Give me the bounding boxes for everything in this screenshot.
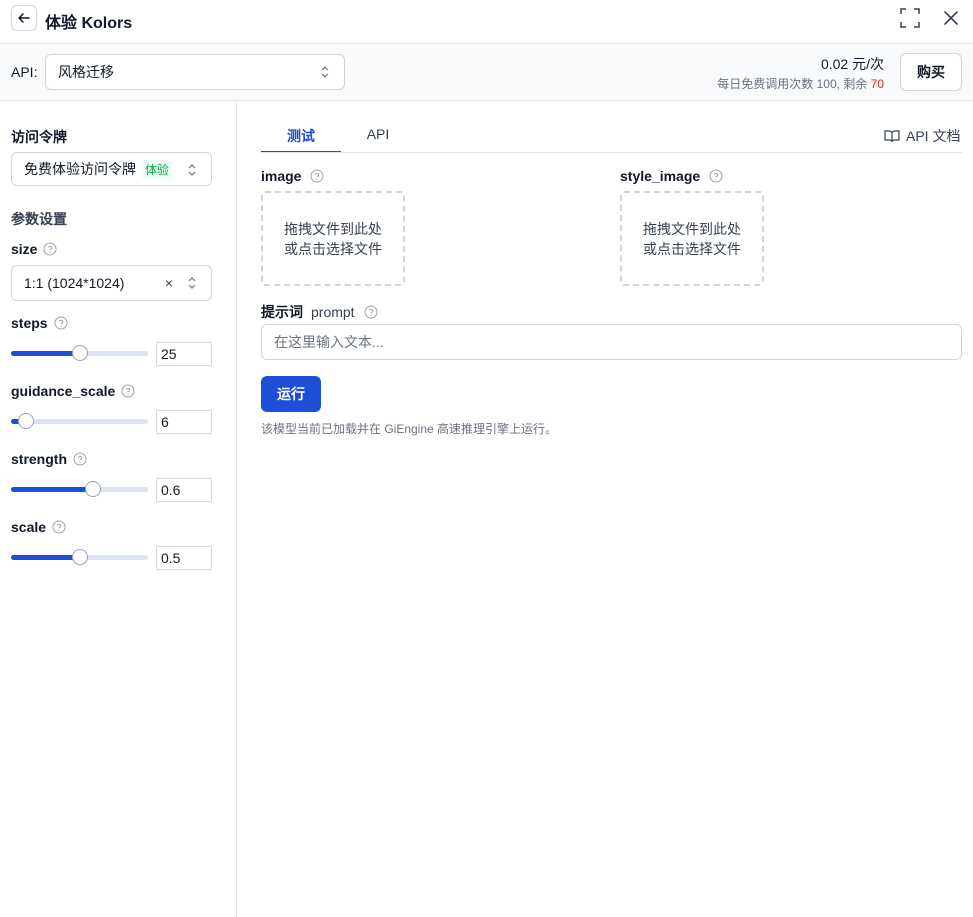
- slider-fill: [11, 555, 80, 560]
- close-icon: [944, 11, 958, 25]
- close-button[interactable]: [940, 7, 962, 29]
- book-icon: [884, 130, 900, 143]
- quota-remaining: 70: [870, 77, 884, 91]
- tabs-divider: [261, 152, 962, 153]
- token-section-label: 访问令牌: [11, 129, 67, 145]
- size-select-value: 1:1 (1024*1024): [24, 275, 125, 291]
- param-label-text: strength: [11, 451, 67, 467]
- param-input-scale[interactable]: 0.5: [156, 546, 212, 570]
- dropzone-line2: 或点击选择文件: [284, 240, 382, 257]
- slider-steps[interactable]: [11, 345, 148, 361]
- clear-icon[interactable]: ×: [165, 275, 173, 291]
- size-label-text: size: [11, 241, 38, 257]
- image-label-text: image: [261, 168, 302, 184]
- dropzone-line1: 拖拽文件到此处: [643, 220, 741, 237]
- slider-thumb[interactable]: [85, 481, 102, 497]
- tab-test[interactable]: 测试: [261, 126, 341, 153]
- dropzone-line1: 拖拽文件到此处: [284, 220, 382, 237]
- sidebar: 访问令牌 免费体验访问令牌 体验 参数设置 size 1:1 (1024*102…: [0, 101, 237, 917]
- param-input-steps[interactable]: 25: [156, 342, 212, 366]
- slider-scale[interactable]: [11, 549, 148, 565]
- dropzone-line2: 或点击选择文件: [643, 240, 741, 257]
- prompt-label: 提示词 prompt: [261, 302, 378, 322]
- engine-note: 该模型当前已加载并在 GiEngine 高速推理引擎上运行。: [261, 422, 558, 436]
- param-label-scale: scale: [11, 519, 66, 535]
- size-label: size: [11, 241, 57, 257]
- price-label: 0.02 元/次: [820, 56, 884, 72]
- help-icon[interactable]: [52, 520, 66, 534]
- buy-button[interactable]: 购买: [900, 53, 962, 91]
- page-title: 体验 Kolors: [45, 15, 133, 32]
- quota-label: 每日免费调用次数 100, 剩余 70: [717, 75, 884, 92]
- prompt-sub-label: prompt: [311, 304, 355, 320]
- tab-api[interactable]: API: [341, 126, 415, 153]
- style-image-label-text: style_image: [620, 168, 701, 184]
- style-image-dropzone[interactable]: 拖拽文件到此处 或点击选择文件: [620, 191, 764, 286]
- quota-text: 每日免费调用次数 100, 剩余: [717, 77, 871, 91]
- help-icon[interactable]: [709, 169, 723, 183]
- chevron-updown-icon: [321, 66, 329, 78]
- api-bar: API: 风格迁移 0.02 元/次 每日免费调用次数 100, 剩余 70 购…: [0, 44, 973, 101]
- run-button[interactable]: 运行: [261, 376, 321, 412]
- param-label-text: scale: [11, 519, 47, 535]
- fullscreen-button[interactable]: [899, 7, 921, 29]
- image-label: image: [261, 168, 324, 184]
- style-image-label: style_image: [620, 168, 723, 184]
- slider-strength[interactable]: [11, 481, 148, 497]
- api-doc-label: API 文档: [906, 128, 961, 144]
- slider-thumb[interactable]: [18, 413, 35, 429]
- slider-thumb[interactable]: [71, 345, 88, 361]
- param-input-guidance_scale[interactable]: 6: [156, 410, 212, 434]
- api-label: API:: [11, 64, 38, 80]
- size-select[interactable]: 1:1 (1024*1024) ×: [11, 265, 212, 301]
- api-doc-link[interactable]: API 文档: [884, 126, 960, 146]
- prompt-input[interactable]: 在这里输入文本...: [261, 324, 962, 360]
- token-select-value: 免费体验访问令牌: [24, 161, 136, 177]
- help-icon[interactable]: [364, 305, 378, 319]
- trial-badge: 体验: [142, 159, 173, 179]
- slider-guidance_scale[interactable]: [11, 413, 148, 429]
- params-section-label: 参数设置: [11, 211, 67, 227]
- slider-fill: [11, 351, 80, 356]
- api-select-value: 风格迁移: [58, 64, 114, 80]
- param-label-text: steps: [11, 315, 48, 331]
- param-label-guidance_scale: guidance_scale: [11, 383, 135, 399]
- slider-thumb[interactable]: [71, 549, 88, 565]
- title-bar: 体验 Kolors: [0, 0, 973, 44]
- back-button[interactable]: [11, 5, 37, 31]
- help-icon[interactable]: [121, 384, 135, 398]
- image-dropzone[interactable]: 拖拽文件到此处 或点击选择文件: [261, 191, 405, 286]
- api-select[interactable]: 风格迁移: [45, 54, 345, 90]
- help-icon[interactable]: [73, 452, 87, 466]
- prompt-placeholder: 在这里输入文本...: [274, 334, 384, 350]
- token-select[interactable]: 免费体验访问令牌 体验: [11, 152, 212, 186]
- help-icon[interactable]: [310, 169, 324, 183]
- prompt-label-text: 提示词: [261, 304, 303, 320]
- help-icon[interactable]: [54, 316, 68, 330]
- fullscreen-icon: [900, 8, 920, 28]
- param-label-text: guidance_scale: [11, 383, 116, 399]
- param-label-steps: steps: [11, 315, 68, 331]
- help-icon[interactable]: [43, 242, 57, 256]
- chevron-updown-icon: [188, 277, 196, 289]
- chevron-updown-icon: [188, 164, 196, 176]
- arrow-left-icon: [18, 13, 30, 23]
- param-label-strength: strength: [11, 451, 87, 467]
- param-input-strength[interactable]: 0.6: [156, 478, 212, 502]
- slider-fill: [11, 487, 94, 492]
